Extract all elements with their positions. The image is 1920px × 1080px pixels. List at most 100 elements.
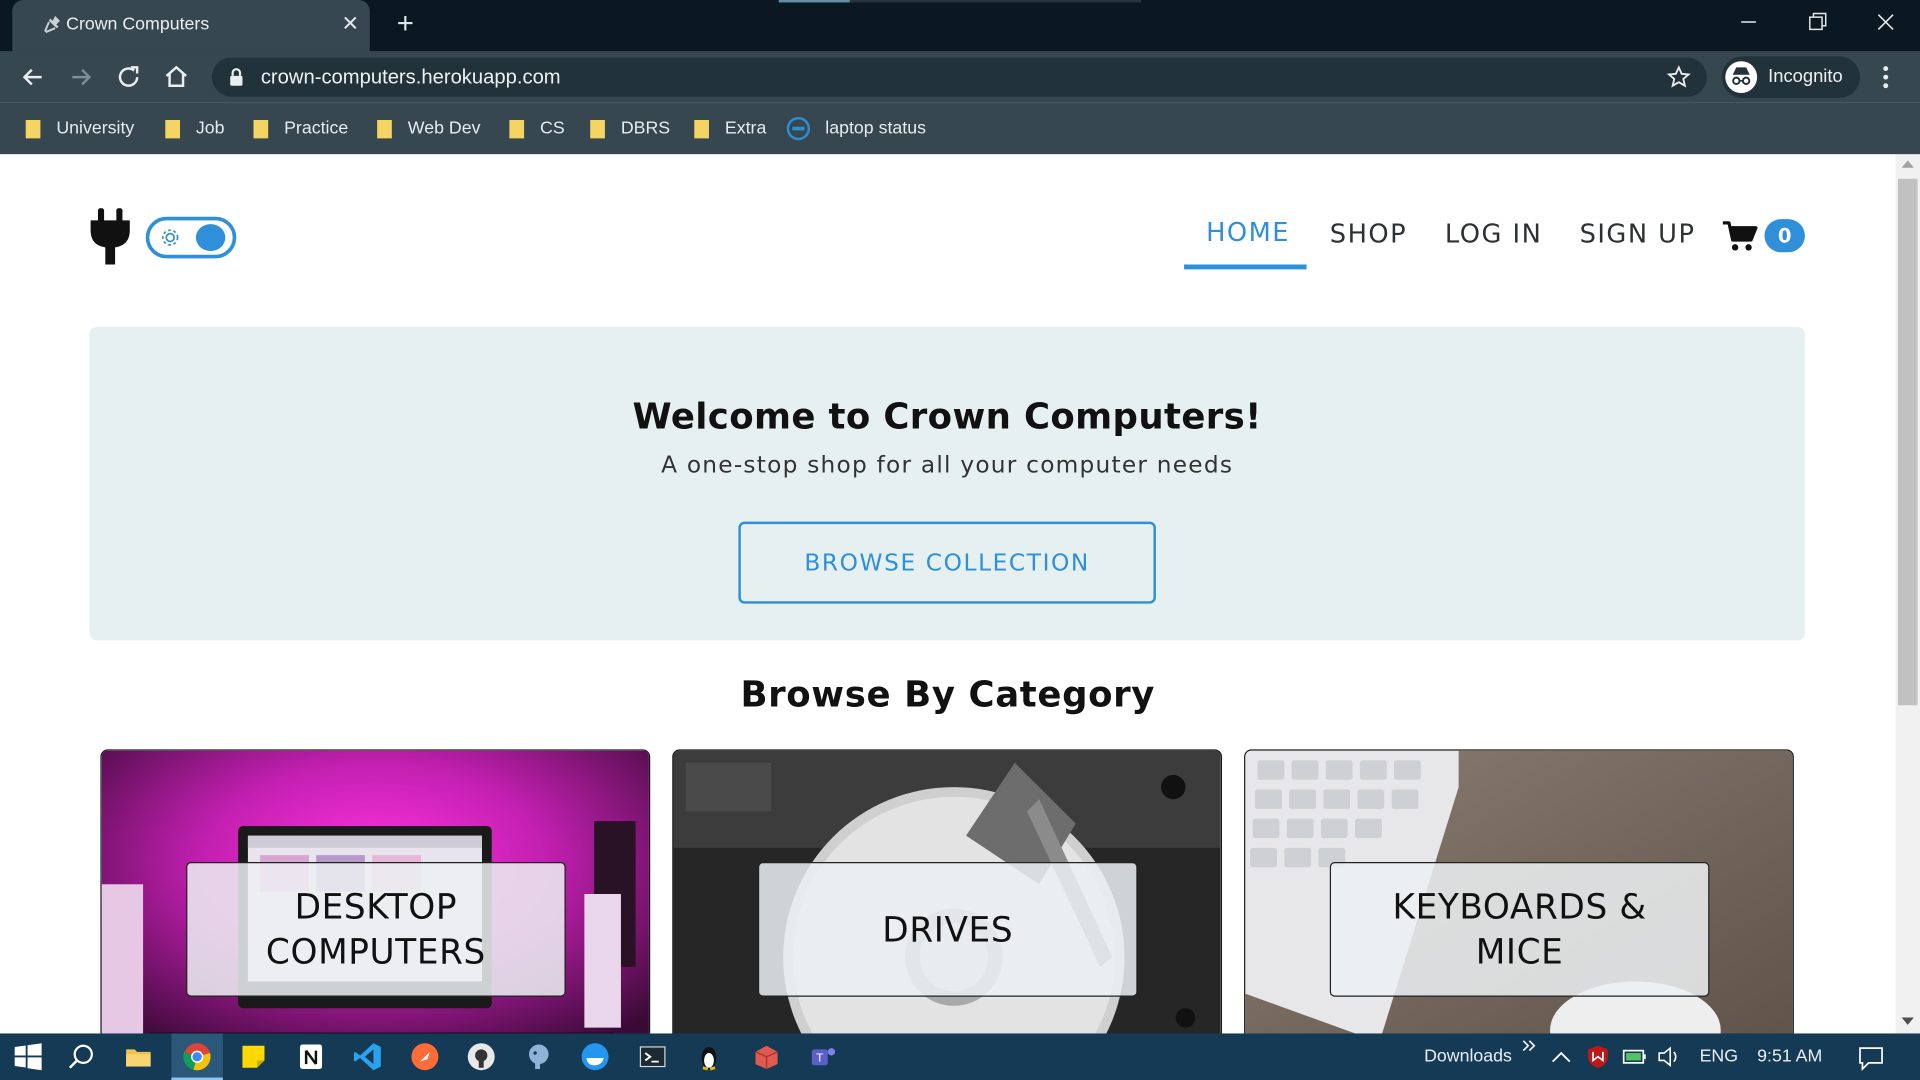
battery-icon[interactable] — [1622, 1046, 1649, 1068]
nav-home-link[interactable]: HOME — [1206, 218, 1290, 247]
home-icon[interactable] — [162, 62, 191, 91]
category-card-drives[interactable]: DRIVES — [672, 749, 1223, 1034]
notion-icon[interactable] — [295, 1041, 327, 1073]
screen: Crown Computers ✕ + crown-computers.hero… — [0, 0, 1920, 1080]
bookmark-practice[interactable]: Practice — [252, 115, 348, 142]
notifications-icon[interactable] — [1856, 1043, 1885, 1072]
bookmark-job[interactable]: Job — [164, 115, 225, 142]
github-icon[interactable] — [465, 1041, 497, 1073]
browser-toolbar: crown-computers.herokuapp.com Incognito — [0, 51, 1920, 103]
package-box-icon[interactable] — [751, 1041, 783, 1073]
double-chevron-icon[interactable] — [1521, 1037, 1538, 1054]
bookmark-laptop-status[interactable]: laptop status — [786, 115, 926, 142]
close-tab-icon[interactable]: ✕ — [338, 12, 362, 36]
folder-icon — [25, 119, 41, 138]
url-text[interactable]: crown-computers.herokuapp.com — [261, 66, 561, 89]
show-hidden-icons-chevron-icon[interactable] — [1550, 1048, 1572, 1065]
restore-window-icon[interactable] — [1783, 0, 1852, 44]
address-bar[interactable]: crown-computers.herokuapp.com — [211, 57, 1707, 97]
hero-banner: Welcome to Crown Computers! A one-stop s… — [89, 326, 1805, 641]
folder-icon — [694, 119, 709, 138]
teams-icon[interactable]: T — [807, 1041, 839, 1073]
page-scrollbar[interactable] — [1895, 154, 1920, 1034]
bookmark-web-dev[interactable]: Web Dev — [376, 115, 481, 142]
scroll-down-arrow-icon[interactable] — [1901, 1016, 1914, 1026]
bookmark-university[interactable]: University — [24, 115, 134, 142]
forward-arrow-icon[interactable] — [66, 62, 95, 91]
category-card-keyboards-mice[interactable]: KEYBOARDS & MICE — [1244, 749, 1794, 1034]
folder-icon — [253, 119, 269, 138]
bookmark-star-icon[interactable] — [1666, 65, 1691, 89]
incognito-profile-button[interactable]: Incognito — [1721, 56, 1861, 98]
scroll-thumb[interactable] — [1897, 178, 1918, 706]
incognito-icon — [1725, 61, 1758, 94]
minimize-window-icon[interactable] — [1714, 0, 1783, 44]
linux-penguin-icon[interactable] — [693, 1041, 725, 1073]
plug-logo-icon[interactable] — [88, 208, 132, 265]
new-tab-button[interactable]: + — [389, 9, 421, 40]
sticky-notes-icon[interactable] — [238, 1041, 270, 1073]
bookmark-label: Extra — [724, 118, 767, 139]
bookmark-label: DBRS — [620, 118, 671, 139]
windows-taskbar: T Downloads ENG 9:51 AM — [0, 1033, 1920, 1080]
bookmark-label: Job — [195, 118, 225, 139]
browser-tab[interactable]: Crown Computers ✕ — [12, 0, 370, 52]
category-label[interactable]: KEYBOARDS & MICE — [1329, 862, 1710, 997]
shopping-cart-icon[interactable] — [1722, 219, 1759, 253]
docker-icon[interactable] — [579, 1041, 611, 1073]
bookmark-label: laptop status — [825, 118, 927, 139]
terminal-icon[interactable] — [637, 1041, 669, 1073]
bookmark-label: CS — [540, 118, 565, 139]
reload-icon[interactable] — [114, 62, 143, 91]
postman-icon[interactable] — [409, 1041, 441, 1073]
theme-toggle[interactable] — [145, 216, 237, 259]
nav-active-underline — [1184, 264, 1307, 270]
page-viewport: HOME SHOP LOG IN SIGN UP 0 Welcome to Cr… — [0, 154, 1896, 1034]
bookmark-label: Practice — [284, 118, 349, 139]
folder-icon — [377, 119, 392, 138]
downloads-toolbar-label[interactable]: Downloads — [1424, 1047, 1512, 1067]
tab-loading-bar — [778, 0, 1142, 3]
category-card-desktop-computers[interactable]: DESKTOP COMPUTERS — [100, 749, 651, 1034]
close-window-icon[interactable] — [1851, 0, 1920, 44]
nav-shop-link[interactable]: SHOP — [1330, 219, 1407, 248]
windows-start-icon[interactable] — [12, 1041, 44, 1073]
bookmark-label: Web Dev — [407, 118, 481, 139]
category-label[interactable]: DRIVES — [757, 862, 1138, 997]
hero-subtitle: A one-stop shop for all your computer ne… — [661, 451, 1234, 479]
kebab-menu-icon[interactable] — [1873, 64, 1897, 91]
nav-login-link[interactable]: LOG IN — [1445, 219, 1542, 248]
browse-collection-button[interactable]: BROWSE COLLECTION — [738, 521, 1156, 604]
section-title: Browse By Category — [740, 673, 1156, 716]
postgresql-icon[interactable] — [523, 1041, 555, 1073]
language-indicator[interactable]: ENG — [1700, 1047, 1738, 1067]
dell-icon — [786, 116, 811, 141]
gear-icon — [162, 229, 179, 246]
svg-text:T: T — [815, 1052, 823, 1065]
folder-icon — [165, 119, 181, 138]
back-arrow-icon[interactable] — [18, 62, 47, 91]
bookmark-cs[interactable]: CS — [508, 115, 565, 142]
tab-title: Crown Computers — [66, 14, 210, 35]
nav-signup-link[interactable]: SIGN UP — [1580, 219, 1696, 248]
chrome-icon[interactable] — [181, 1041, 213, 1073]
incognito-label: Incognito — [1768, 66, 1843, 87]
hero-title: Welcome to Crown Computers! — [632, 395, 1262, 438]
toggle-knob — [195, 224, 226, 252]
plug-favicon-icon — [44, 15, 61, 33]
volume-icon[interactable] — [1657, 1046, 1681, 1068]
bookmark-label: University — [56, 118, 135, 139]
folder-icon — [590, 119, 605, 138]
file-explorer-icon[interactable] — [122, 1041, 154, 1073]
scroll-up-arrow-icon[interactable] — [1901, 159, 1914, 169]
category-label[interactable]: DESKTOP COMPUTERS — [186, 862, 566, 997]
mcafee-shield-icon[interactable] — [1586, 1044, 1610, 1068]
lock-icon[interactable] — [227, 66, 247, 88]
clock-time[interactable]: 9:51 AM — [1757, 1047, 1822, 1067]
bookmark-extra[interactable]: Extra — [693, 115, 766, 142]
vscode-icon[interactable] — [351, 1041, 383, 1073]
cart-count-badge[interactable]: 0 — [1764, 219, 1805, 253]
search-icon[interactable] — [66, 1041, 98, 1073]
bookmark-dbrs[interactable]: DBRS — [589, 115, 670, 142]
browser-tab-strip: Crown Computers ✕ + — [0, 0, 1920, 52]
